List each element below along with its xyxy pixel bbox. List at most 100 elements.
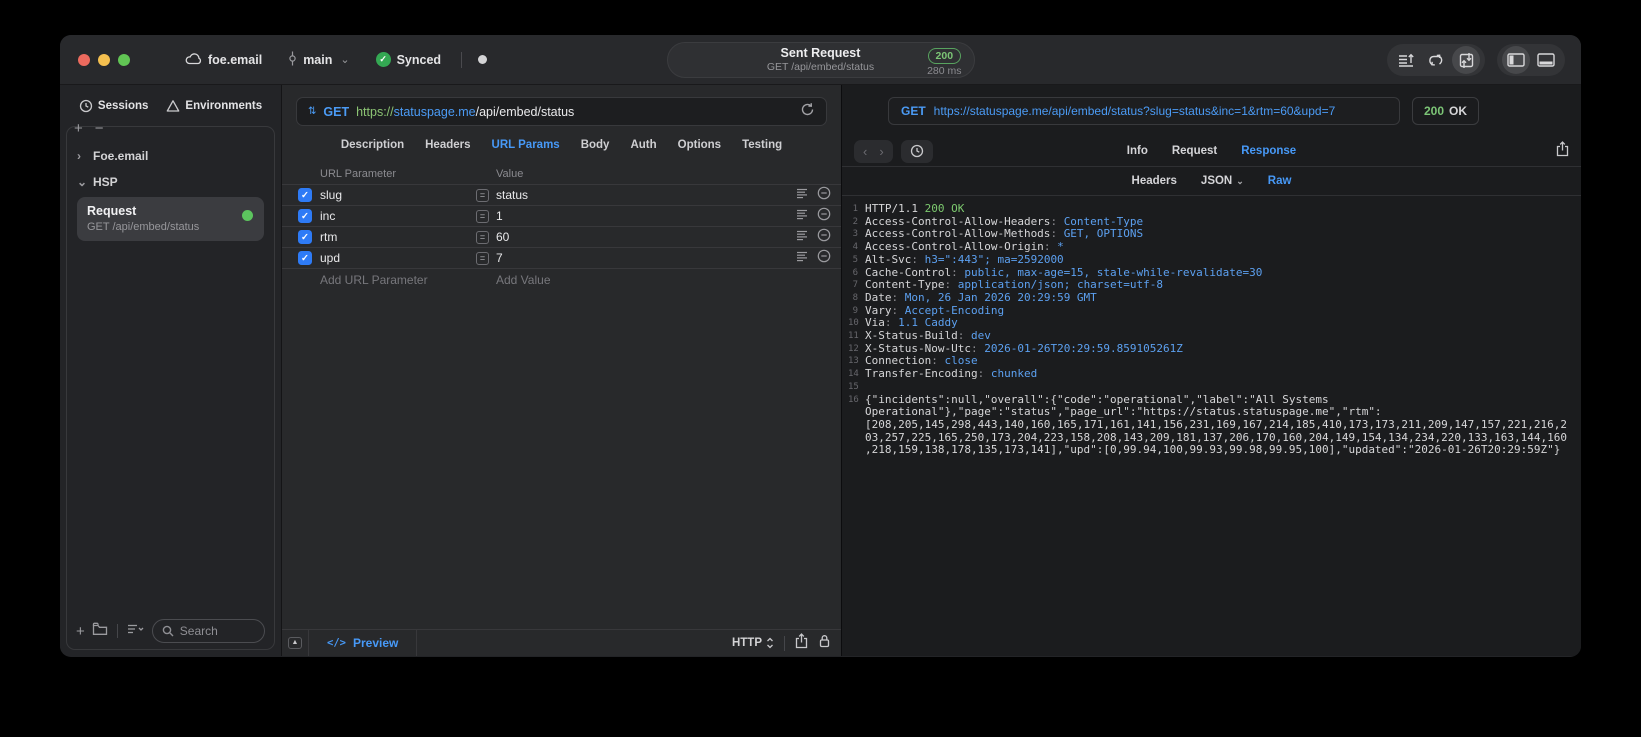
response-tabs: Info Request Response bbox=[842, 145, 1581, 157]
line-number: 5 bbox=[852, 254, 858, 265]
url-scheme: https:// bbox=[356, 104, 394, 119]
param-enabled-checkbox[interactable]: ✓ bbox=[298, 230, 312, 244]
tree-group-hsp[interactable]: ⌄ HSP bbox=[77, 169, 264, 195]
tab-description[interactable]: Description bbox=[341, 139, 404, 151]
param-row[interactable]: ✓ upd = 7 bbox=[282, 248, 841, 269]
request-status-dot bbox=[242, 210, 253, 221]
share-button[interactable] bbox=[795, 632, 808, 654]
request-url[interactable]: https://statuspage.me/api/embed/status bbox=[356, 105, 574, 119]
subtab-raw[interactable]: Raw bbox=[1268, 175, 1292, 187]
toggle-bottom-panel-button[interactable] bbox=[1532, 46, 1560, 74]
header-name: Alt-Svc bbox=[865, 252, 912, 266]
tab-url-params[interactable]: URL Params bbox=[492, 139, 560, 151]
param-name[interactable]: rtm bbox=[320, 230, 476, 244]
tab-auth[interactable]: Auth bbox=[630, 139, 656, 151]
add-param-row[interactable]: Add URL Parameter Add Value bbox=[282, 269, 841, 290]
tab-options[interactable]: Options bbox=[678, 139, 721, 151]
header-separator: : bbox=[891, 303, 905, 317]
project-menu[interactable]: foe.email bbox=[185, 52, 262, 68]
tab-response[interactable]: Response bbox=[1241, 145, 1296, 157]
param-value[interactable]: status bbox=[496, 188, 796, 202]
header-name: Access-Control-Allow-Headers bbox=[865, 214, 1051, 228]
method-stepper-icon[interactable]: ⇅ bbox=[308, 106, 316, 117]
minimize-button[interactable] bbox=[98, 53, 110, 66]
sort-filter-button[interactable] bbox=[127, 622, 145, 640]
header-name: Transfer-Encoding bbox=[865, 367, 978, 381]
value-options-button[interactable] bbox=[796, 207, 808, 225]
http-status: 200 OK bbox=[924, 202, 965, 215]
collapse-panel-button[interactable]: ▲ bbox=[282, 630, 309, 656]
param-value[interactable]: 1 bbox=[496, 209, 796, 223]
param-enabled-checkbox[interactable]: ✓ bbox=[298, 251, 312, 265]
resend-request-button[interactable] bbox=[800, 102, 815, 122]
header-value: chunked bbox=[990, 367, 1038, 381]
tab-request[interactable]: Request bbox=[1172, 145, 1217, 157]
param-name[interactable]: upd bbox=[320, 251, 476, 265]
export-response-button[interactable] bbox=[1556, 140, 1569, 162]
response-raw-view[interactable]: 1 HTTP/1.1 200 OK 2 Access-Control-Allow-H… bbox=[842, 196, 1581, 656]
equals-icon: = bbox=[476, 209, 489, 223]
tab-sessions[interactable]: Sessions bbox=[79, 99, 148, 113]
request-list-item[interactable]: Request GET /api/embed/status bbox=[77, 197, 264, 241]
line-number: 1 bbox=[852, 204, 858, 214]
param-row[interactable]: ✓ slug = status bbox=[282, 185, 841, 206]
tab-testing[interactable]: Testing bbox=[742, 139, 782, 151]
param-value[interactable]: 60 bbox=[496, 230, 796, 244]
param-row[interactable]: ✓ rtm = 60 bbox=[282, 227, 841, 248]
add-value-placeholder[interactable]: Add Value bbox=[496, 273, 831, 287]
loop-button[interactable] bbox=[1422, 46, 1450, 74]
request-editor-tabs: Description Headers URL Params Body Auth… bbox=[282, 126, 841, 164]
sync-status[interactable]: ✓ Synced bbox=[375, 52, 441, 67]
remove-session-button[interactable]: − bbox=[95, 121, 104, 136]
forward-button[interactable]: › bbox=[879, 144, 883, 159]
header-name: Connection bbox=[865, 354, 932, 368]
param-value[interactable]: 7 bbox=[496, 251, 796, 265]
add-request-button[interactable]: + bbox=[76, 624, 85, 639]
subtab-json[interactable]: JSON ⌄ bbox=[1201, 175, 1244, 187]
branch-selector[interactable]: main ⌄ bbox=[288, 51, 350, 69]
header-value: 2026-01-26T20:29:59.859105261Z bbox=[984, 341, 1183, 355]
toggle-sidebar-button[interactable] bbox=[1502, 46, 1530, 74]
back-button[interactable]: ‹ bbox=[863, 144, 867, 159]
value-options-button[interactable] bbox=[796, 249, 808, 267]
export-lines-button[interactable] bbox=[1392, 46, 1420, 74]
tab-info[interactable]: Info bbox=[1127, 145, 1148, 157]
remove-param-button[interactable] bbox=[817, 228, 831, 247]
value-options-button[interactable] bbox=[796, 228, 808, 246]
sessions-tree: › Foe.email ⌄ HSP Request GET /api/embed… bbox=[67, 127, 274, 613]
request-method[interactable]: GET bbox=[323, 105, 349, 119]
tab-environments[interactable]: Environments bbox=[166, 99, 262, 113]
protocol-selector[interactable]: HTTP bbox=[732, 637, 774, 649]
zoom-button[interactable] bbox=[118, 53, 130, 66]
remove-param-button[interactable] bbox=[817, 249, 831, 268]
footer-right-controls: HTTP bbox=[732, 632, 841, 654]
remove-param-button[interactable] bbox=[817, 207, 831, 226]
close-button[interactable] bbox=[78, 53, 90, 66]
subtab-headers[interactable]: Headers bbox=[1132, 175, 1177, 187]
add-param-placeholder[interactable]: Add URL Parameter bbox=[320, 273, 476, 287]
lock-button[interactable] bbox=[818, 633, 831, 653]
param-enabled-checkbox[interactable]: ✓ bbox=[298, 188, 312, 202]
line-number: 3 bbox=[852, 229, 858, 240]
preview-button[interactable]: </> Preview bbox=[309, 630, 418, 656]
transfer-panel-button[interactable] bbox=[1452, 46, 1480, 74]
param-name[interactable]: slug bbox=[320, 188, 476, 202]
search-input[interactable]: Search bbox=[151, 619, 265, 643]
param-name[interactable]: inc bbox=[320, 209, 476, 223]
param-row[interactable]: ✓ inc = 1 bbox=[282, 206, 841, 227]
remove-param-button[interactable] bbox=[817, 186, 831, 205]
value-options-button[interactable] bbox=[796, 186, 808, 204]
url-path: /api/embed/status bbox=[475, 104, 575, 119]
tab-headers[interactable]: Headers bbox=[425, 139, 470, 151]
response-json-body: {"incidents":null,"overall":{"code":"ope… bbox=[865, 392, 1567, 457]
header-value: public, max-age=15, stale-while-revalida… bbox=[964, 265, 1263, 279]
add-session-button[interactable]: + bbox=[74, 121, 83, 136]
tab-body[interactable]: Body bbox=[581, 139, 610, 151]
request-url-bar[interactable]: ⇅ GET https://statuspage.me/api/embed/st… bbox=[296, 97, 827, 126]
param-enabled-checkbox[interactable]: ✓ bbox=[298, 209, 312, 223]
tree-group-foe-email[interactable]: › Foe.email bbox=[77, 143, 264, 169]
sent-request-pill[interactable]: Sent Request GET /api/embed/status 200 2… bbox=[666, 42, 975, 78]
response-url-bar[interactable]: GET https://statuspage.me/api/embed/stat… bbox=[888, 96, 1400, 125]
new-folder-button[interactable] bbox=[92, 622, 108, 641]
history-button[interactable] bbox=[900, 139, 933, 163]
